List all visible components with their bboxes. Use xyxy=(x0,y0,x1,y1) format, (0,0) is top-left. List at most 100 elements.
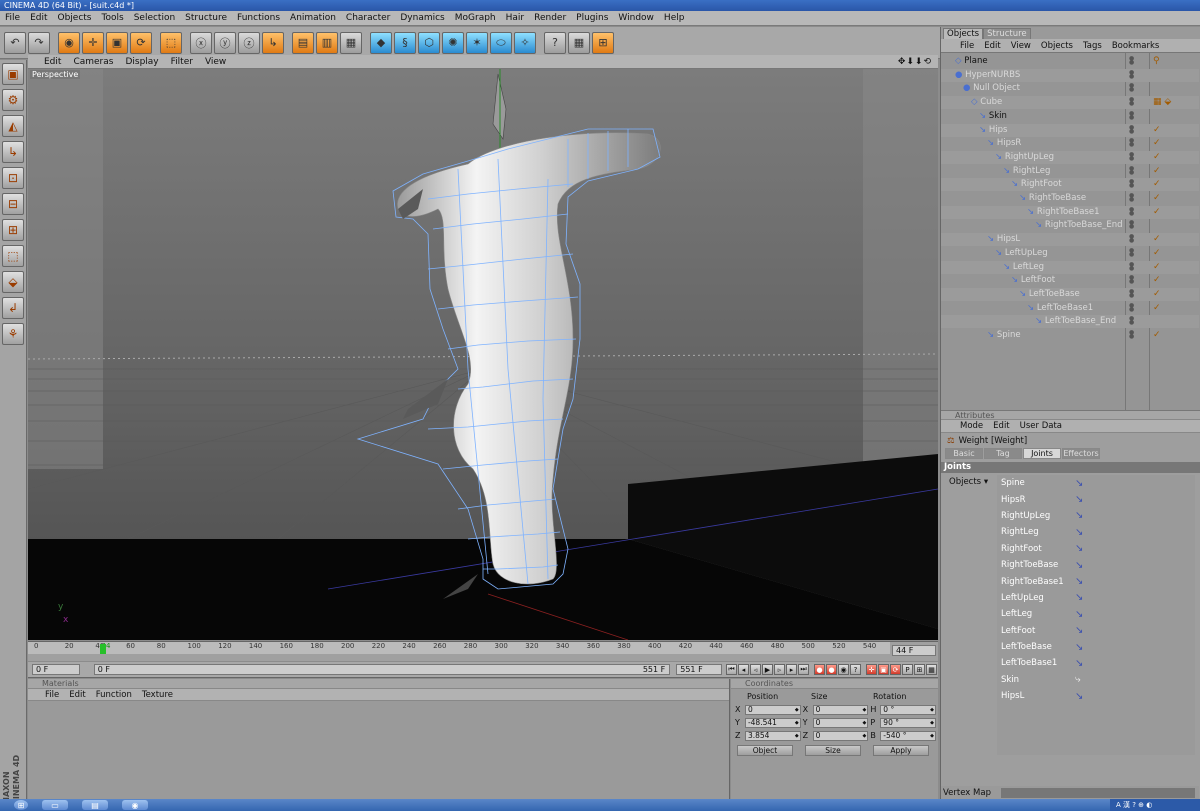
taskbar-cinema4d-icon[interactable]: ◉ xyxy=(122,800,148,810)
size-field[interactable]: 0 xyxy=(812,704,869,715)
joint-list-item[interactable]: LeftToeBase1 ↘ xyxy=(997,655,1195,671)
objects-menu-tags[interactable]: Tags xyxy=(1078,41,1107,51)
rotation-field[interactable]: 0 ° xyxy=(880,704,937,715)
render-picture-viewer-icon[interactable]: ▥ xyxy=(316,31,338,54)
visibility-dots-icon[interactable]: ● ● xyxy=(1129,97,1139,107)
y-axis-icon[interactable]: ⓨ xyxy=(214,31,236,54)
menu-tools[interactable]: Tools xyxy=(97,13,129,23)
grid-icon[interactable]: ⊞ xyxy=(592,31,614,54)
object-row[interactable]: ◇ Plane ● ● ⚲ xyxy=(941,55,1199,68)
timeline[interactable]: 0204044608010012014016018020022024026028… xyxy=(28,641,938,661)
menu-functions[interactable]: Functions xyxy=(232,13,285,23)
timeline-ruler[interactable]: 0204044608010012014016018020022024026028… xyxy=(28,642,890,654)
menu-help[interactable]: Help xyxy=(659,13,690,23)
tab-structure[interactable]: Structure xyxy=(983,28,1031,39)
previous-frame-icon[interactable]: ◃ xyxy=(750,664,761,675)
object-row[interactable]: ↘ RightFoot ● ● ✓ xyxy=(941,178,1199,192)
cube-primitive-icon[interactable]: ◆ xyxy=(370,31,392,54)
rotation-field[interactable]: 90 ° xyxy=(880,717,937,728)
visibility-dots-icon[interactable]: ● ● xyxy=(1129,234,1139,244)
coordinate-mode-dropdown[interactable]: Object xyxy=(737,745,793,756)
deformer-icon[interactable]: ✶ xyxy=(466,31,488,54)
menu-structure[interactable]: Structure xyxy=(180,13,232,23)
parameter-key-icon[interactable]: P xyxy=(902,664,913,675)
object-row[interactable]: ● Null Object ● ● xyxy=(941,82,1199,95)
position-field[interactable]: 3.854 xyxy=(744,730,801,741)
rotate-icon[interactable]: ⟳ xyxy=(130,31,152,54)
help-key-icon[interactable]: ? xyxy=(850,664,861,675)
nurbs-icon[interactable]: ⬡ xyxy=(418,31,440,54)
help-icon[interactable]: ? xyxy=(544,31,566,54)
position-key-icon[interactable]: ✛ xyxy=(866,664,877,675)
joint-list-item[interactable]: RightToeBase ↘ xyxy=(997,557,1195,573)
object-row[interactable]: ↘ RightLeg ● ● ✓ xyxy=(941,165,1199,178)
tab-objects[interactable]: Objects xyxy=(943,28,984,39)
object-tree[interactable]: ◇ Plane ● ● ⚲ ● HyperNURBS ● ● ● Null Object ● ● ◇… xyxy=(941,53,1200,410)
object-row[interactable]: ↘ LeftToeBase1 ● ● ✓ xyxy=(941,302,1199,315)
undo-icon[interactable]: ↶ xyxy=(4,31,26,54)
materials-menu-texture[interactable]: Texture xyxy=(137,690,178,700)
menu-mograph[interactable]: MoGraph xyxy=(450,13,501,23)
size-mode-dropdown[interactable]: Size xyxy=(805,745,861,756)
menu-selection[interactable]: Selection xyxy=(129,13,180,23)
preview-range-slider[interactable]: 0 F 551 F xyxy=(93,664,671,675)
light-icon[interactable]: ✧ xyxy=(514,31,536,54)
viewport-menu-display[interactable]: Display xyxy=(119,57,164,67)
use-axis-mode-icon[interactable]: ↳ xyxy=(2,141,24,163)
object-tags-icon[interactable]: ✓ xyxy=(1153,124,1161,137)
object-row[interactable]: ↘ HipsL ● ● ✓ xyxy=(941,233,1199,247)
viewport-menu-view[interactable]: View xyxy=(199,57,232,67)
position-field[interactable]: -48.541 xyxy=(744,717,801,728)
joint-list-item[interactable]: Skin ⤷ xyxy=(997,672,1195,688)
use-edges-mode-icon[interactable]: ⊟ xyxy=(2,193,24,215)
viewport-menu-filter[interactable]: Filter xyxy=(165,57,199,67)
materials-menu-edit[interactable]: Edit xyxy=(64,690,90,700)
redo-icon[interactable]: ↷ xyxy=(28,31,50,54)
viewport-nav-icons[interactable]: ✥⬇⬇⟲ xyxy=(892,57,938,67)
object-tags-icon[interactable]: ✓ xyxy=(1153,288,1161,301)
object-tags-icon[interactable]: ▦ ⬙ xyxy=(1153,96,1171,109)
objects-menu-bookmarks[interactable]: Bookmarks xyxy=(1107,41,1165,51)
object-row[interactable]: ↘ Hips ● ● ✓ xyxy=(941,123,1199,137)
next-key-icon[interactable]: ▸ xyxy=(786,664,797,675)
menu-character[interactable]: Character xyxy=(341,13,395,23)
visibility-dots-icon[interactable]: ● ● xyxy=(1129,330,1139,340)
vertex-map-field[interactable] xyxy=(1001,788,1195,798)
object-row[interactable]: ↘ RightToeBase1 ● ● ✓ xyxy=(941,205,1199,219)
visibility-dots-icon[interactable]: ● ● xyxy=(1129,138,1139,148)
enable-axis-icon[interactable]: ⬙ xyxy=(2,271,24,293)
array-icon[interactable]: ✺ xyxy=(442,31,464,54)
render-settings-icon[interactable]: ▦ xyxy=(340,31,362,54)
end-frame-field[interactable]: 551 F xyxy=(676,664,722,675)
taskbar-folder-icon[interactable]: ▤ xyxy=(82,800,108,810)
select-tool-icon[interactable]: ⬚ xyxy=(160,31,182,54)
menu-render[interactable]: Render xyxy=(529,13,571,23)
object-tags-icon[interactable]: ✓ xyxy=(1153,151,1161,164)
viewport-scene[interactable]: y x xyxy=(28,69,938,640)
visibility-dots-icon[interactable]: ● ● xyxy=(1129,56,1139,66)
tweak-mode-icon[interactable]: ⬚ xyxy=(2,245,24,267)
object-row[interactable]: ↘ RightToeBase_End ● ● xyxy=(941,219,1199,232)
object-tags-icon[interactable]: ✓ xyxy=(1153,192,1161,205)
joint-list-item[interactable]: LeftUpLeg ↘ xyxy=(997,590,1195,606)
live-selection-icon[interactable]: ◉ xyxy=(58,31,80,54)
object-tags-icon[interactable]: ✓ xyxy=(1153,178,1161,191)
menu-plugins[interactable]: Plugins xyxy=(571,13,613,23)
apply-button[interactable]: Apply xyxy=(873,745,929,756)
visibility-dots-icon[interactable]: ● ● xyxy=(1129,316,1139,326)
start-button-icon[interactable]: ⊞ xyxy=(14,800,28,810)
tab-tag[interactable]: Tag xyxy=(984,448,1022,459)
object-row[interactable]: ● HyperNURBS ● ● xyxy=(941,68,1199,82)
menu-window[interactable]: Window xyxy=(613,13,659,23)
use-texture-mode-icon[interactable]: ◭ xyxy=(2,115,24,137)
rotation-field[interactable]: -540 ° xyxy=(880,730,937,741)
object-tags-icon[interactable]: ✓ xyxy=(1153,233,1161,246)
object-tags-icon[interactable]: ✓ xyxy=(1153,329,1161,342)
visibility-dots-icon[interactable]: ● ● xyxy=(1129,124,1139,135)
objects-menu-objects[interactable]: Objects xyxy=(1036,41,1078,51)
joint-list-item[interactable]: RightToeBase1 ↘ xyxy=(997,573,1195,589)
render-view-icon[interactable]: ▤ xyxy=(292,31,314,54)
objects-menu-edit[interactable]: Edit xyxy=(979,41,1005,51)
menu-edit[interactable]: Edit xyxy=(25,13,52,23)
scale-icon[interactable]: ▣ xyxy=(106,31,128,54)
